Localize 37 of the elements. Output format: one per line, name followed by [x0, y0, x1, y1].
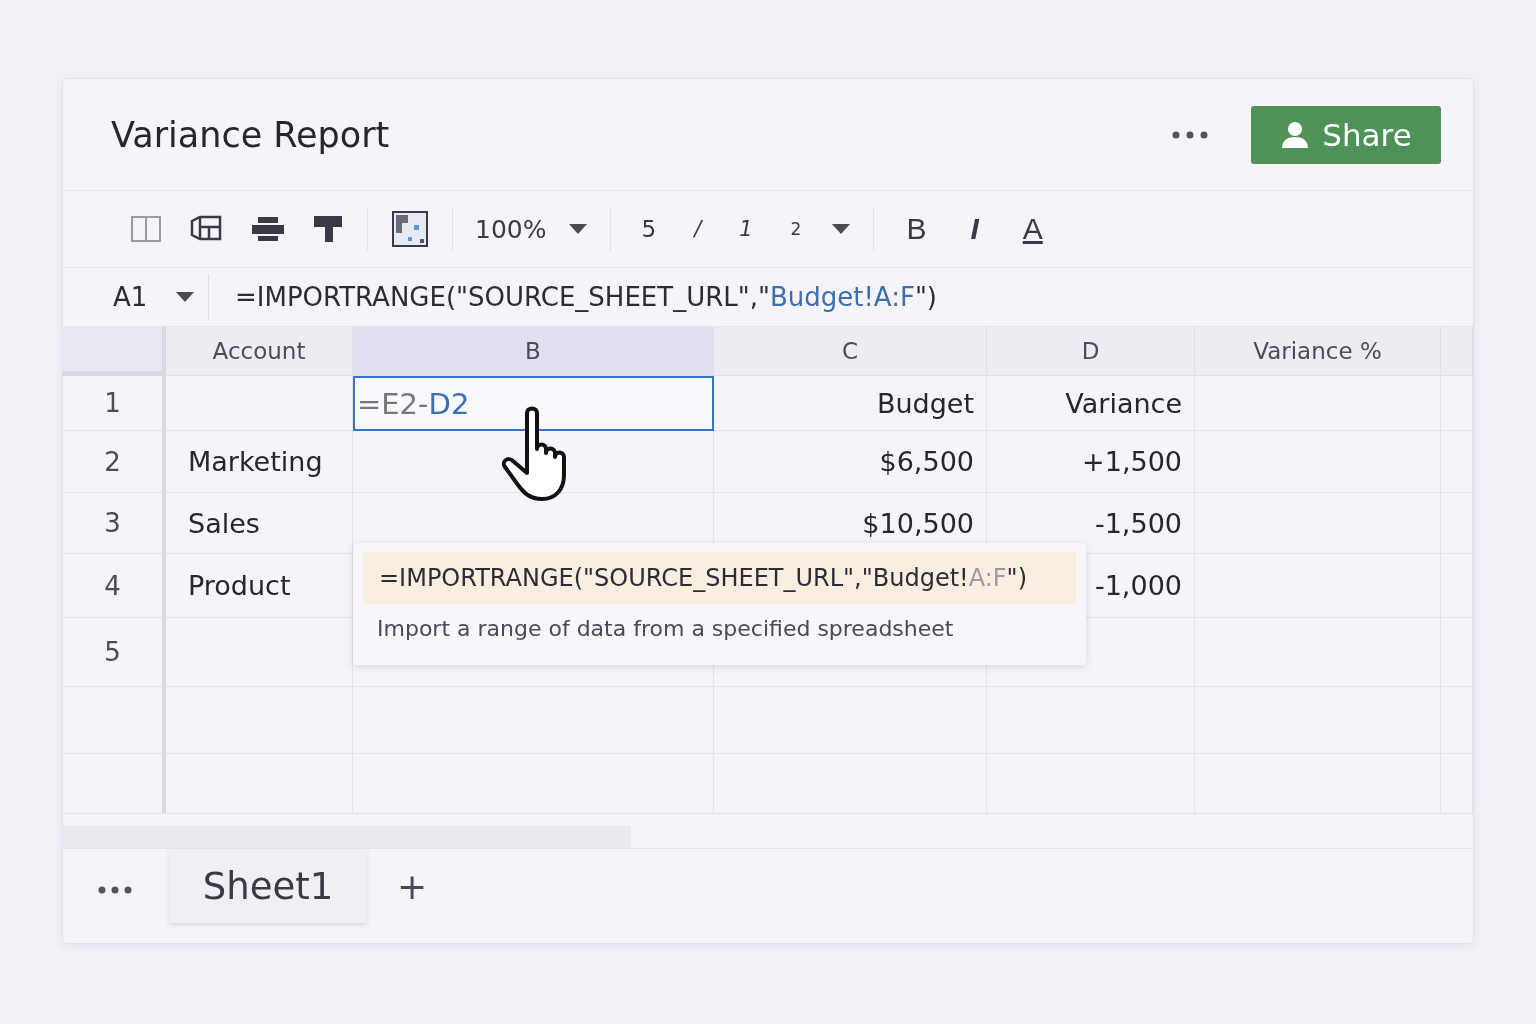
- zoom-dropdown[interactable]: 100%: [463, 214, 601, 244]
- column-header[interactable]: B: [353, 327, 714, 376]
- caret-icon: [175, 291, 196, 303]
- bold-button[interactable]: B: [884, 212, 949, 246]
- text-color-button[interactable]: A: [1000, 212, 1065, 246]
- row-number: 1: [63, 376, 166, 431]
- table-cell: $6,500: [714, 431, 987, 493]
- caret-icon: [831, 223, 852, 235]
- more-icon[interactable]: [97, 885, 133, 895]
- table-cell: Sales: [166, 493, 353, 554]
- italic-button[interactable]: I: [948, 212, 1001, 246]
- caret-icon: [568, 223, 589, 235]
- formula-description: Import a range of data from a specified spreadsheet: [376, 615, 955, 641]
- row-number: 4: [63, 554, 166, 618]
- column-header[interactable]: D: [987, 327, 1195, 376]
- table-cell: +1,500: [987, 431, 1195, 493]
- column-header[interactable]: C: [714, 327, 987, 376]
- add-sheet-button[interactable]: +: [391, 865, 434, 908]
- active-cell[interactable]: =E2-D2: [353, 376, 714, 431]
- row-number: 2: [63, 431, 166, 493]
- column-header[interactable]: Account: [166, 327, 353, 376]
- corner-cell[interactable]: [63, 327, 166, 376]
- font-size-dropdown[interactable]: 5 / 1 2: [621, 216, 864, 242]
- document-title: Variance Report: [111, 114, 391, 155]
- more-icon[interactable]: [1171, 129, 1209, 140]
- column-header[interactable]: Variance %: [1195, 327, 1441, 376]
- table-cell: Marketing: [166, 431, 353, 493]
- row-number: 5: [63, 618, 166, 687]
- row-number: 3: [63, 493, 166, 554]
- table-cell: Variance: [987, 376, 1195, 431]
- cell-reference-dropdown[interactable]: A1: [63, 274, 209, 320]
- formula-input[interactable]: =IMPORTRANGE("SOURCE_SHEET_URL","Budget!A:F"): [209, 282, 937, 312]
- share-button[interactable]: Share: [1251, 105, 1441, 164]
- person-icon: [1280, 119, 1311, 150]
- table-cell: Budget: [714, 376, 987, 431]
- formula-signature: =IMPORTRANGE("SOURCE_SHEET_URL","Budget!A:F"): [363, 552, 1076, 604]
- sheet-tab[interactable]: Sheet1: [169, 849, 367, 923]
